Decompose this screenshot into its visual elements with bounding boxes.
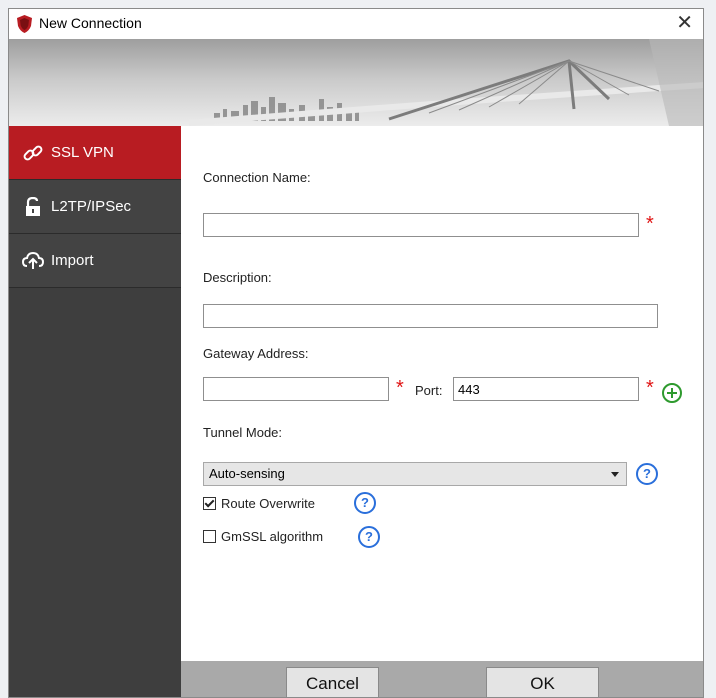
- tunnel-mode-value: Auto-sensing: [209, 466, 285, 481]
- unlock-icon: [21, 196, 45, 218]
- window-title: New Connection: [39, 15, 142, 31]
- connection-form: Connection Name: * Description: Gateway …: [181, 126, 703, 697]
- header-banner: [9, 39, 703, 126]
- route-overwrite-option: Route Overwrite: [203, 496, 315, 511]
- sidebar-item-import[interactable]: Import: [9, 234, 181, 288]
- tunnel-mode-label: Tunnel Mode:: [203, 425, 283, 440]
- description-label: Description:: [203, 270, 272, 285]
- sidebar: SSL VPN L2TP/IPSec Import: [9, 126, 181, 697]
- bridge-skyline-image: [188, 39, 703, 126]
- link-icon: [21, 142, 45, 164]
- gateway-address-label: Gateway Address:: [203, 346, 309, 361]
- ok-button[interactable]: OK: [486, 667, 599, 697]
- help-icon[interactable]: ?: [354, 492, 376, 514]
- title-bar: New Connection ✕: [9, 9, 703, 39]
- close-icon[interactable]: ✕: [676, 12, 693, 34]
- sidebar-item-label: SSL VPN: [51, 144, 114, 161]
- sidebar-item-l2tp-ipsec[interactable]: L2TP/IPSec: [9, 180, 181, 234]
- cancel-button[interactable]: Cancel: [286, 667, 379, 697]
- help-icon[interactable]: ?: [358, 526, 380, 548]
- gmssl-checkbox[interactable]: [203, 530, 216, 543]
- dialog-footer: Cancel OK: [181, 661, 703, 697]
- port-label: Port:: [415, 383, 443, 398]
- required-marker: *: [396, 377, 404, 399]
- gmssl-label: GmSSL algorithm: [221, 529, 324, 544]
- port-input[interactable]: [453, 377, 639, 401]
- sidebar-item-label: L2TP/IPSec: [51, 198, 132, 215]
- sidebar-item-ssl-vpn[interactable]: SSL VPN: [9, 126, 181, 180]
- required-marker: *: [646, 377, 654, 399]
- chevron-down-icon: [611, 472, 619, 477]
- route-overwrite-label: Route Overwrite: [221, 496, 315, 511]
- gmssl-option: GmSSL algorithm: [203, 529, 323, 544]
- new-connection-dialog: New Connection ✕ SSL VPN L2TP/IPSec Impo…: [8, 8, 704, 698]
- description-input[interactable]: [203, 304, 658, 328]
- add-gateway-icon[interactable]: [662, 383, 682, 403]
- sidebar-item-label: Import: [51, 252, 94, 269]
- connection-name-label: Connection Name:: [203, 170, 311, 185]
- help-icon[interactable]: ?: [636, 463, 658, 485]
- tunnel-mode-select[interactable]: Auto-sensing: [203, 462, 627, 486]
- route-overwrite-checkbox[interactable]: [203, 497, 216, 510]
- shield-icon: [17, 15, 32, 33]
- connection-name-input[interactable]: [203, 213, 639, 237]
- gateway-address-input[interactable]: [203, 377, 389, 401]
- required-marker: *: [646, 213, 654, 235]
- cloud-upload-icon: [21, 250, 45, 272]
